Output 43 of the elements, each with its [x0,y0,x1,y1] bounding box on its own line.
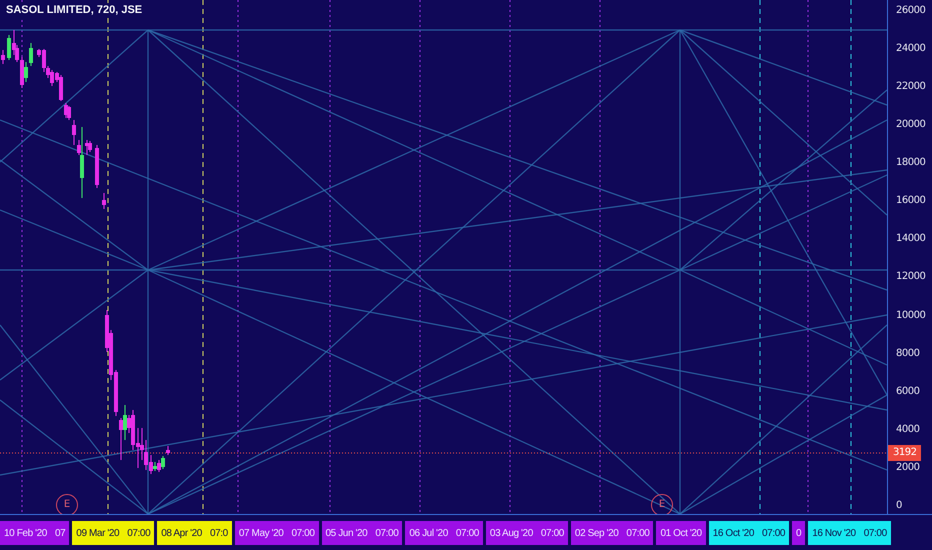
price-label: 0 [895,498,903,513]
price-label: 4000 [895,422,920,437]
date-label: 0 [796,528,802,538]
earnings-marker[interactable]: E [651,494,673,514]
date-label: 09 Mar '20 [76,528,120,538]
date-label: 16 Nov '20 [812,528,856,538]
price-label: 6000 [895,384,920,399]
candle [1,50,5,64]
time-label: 07:00 [291,528,314,538]
price-label: 22000 [895,80,926,94]
time-label: 07 [54,528,66,538]
candle [95,144,99,188]
time-label: 07:00 [540,528,564,538]
price-label: 24000 [895,42,926,56]
time-label: 07:00 [375,528,398,538]
date-label: 01 Oct '20 [660,528,702,538]
date-label: 02 Sep '20 [574,528,618,538]
time-label: 07:00 [127,528,150,538]
symbol-title: SASOL LIMITED, 720, JSE [4,3,144,17]
price-label: 18000 [895,156,926,170]
date-label: 08 Apr '20 [161,528,202,538]
price-label: 10000 [895,308,926,322]
date-label: 03 Aug '20 [490,528,533,538]
time-label: 07:00 [626,528,650,538]
time-label: 07:00 [456,528,479,538]
date-label: 07 May '20 [238,528,284,538]
date-label: 06 Jul '20 [409,528,448,538]
time-label: 07:0 [210,528,228,538]
date-label: 16 Oct '20 [712,528,754,538]
price-label: 12000 [895,270,926,284]
price-label: 20000 [895,118,926,132]
time-label: 07:00 [762,528,786,538]
date-label: 10 Feb '20 [4,528,47,538]
price-label: 14000 [895,232,926,246]
price-label: 26000 [895,4,926,18]
time-label: 07:00 [864,528,887,538]
date-label: 05 Jun '20 [326,528,368,538]
price-label: 2000 [895,460,920,475]
candle [102,192,106,210]
last-price-tag: 3192 [888,445,922,461]
price-label: 8000 [895,346,920,361]
earnings-marker[interactable]: E [56,494,78,514]
price-label: 16000 [895,194,926,208]
